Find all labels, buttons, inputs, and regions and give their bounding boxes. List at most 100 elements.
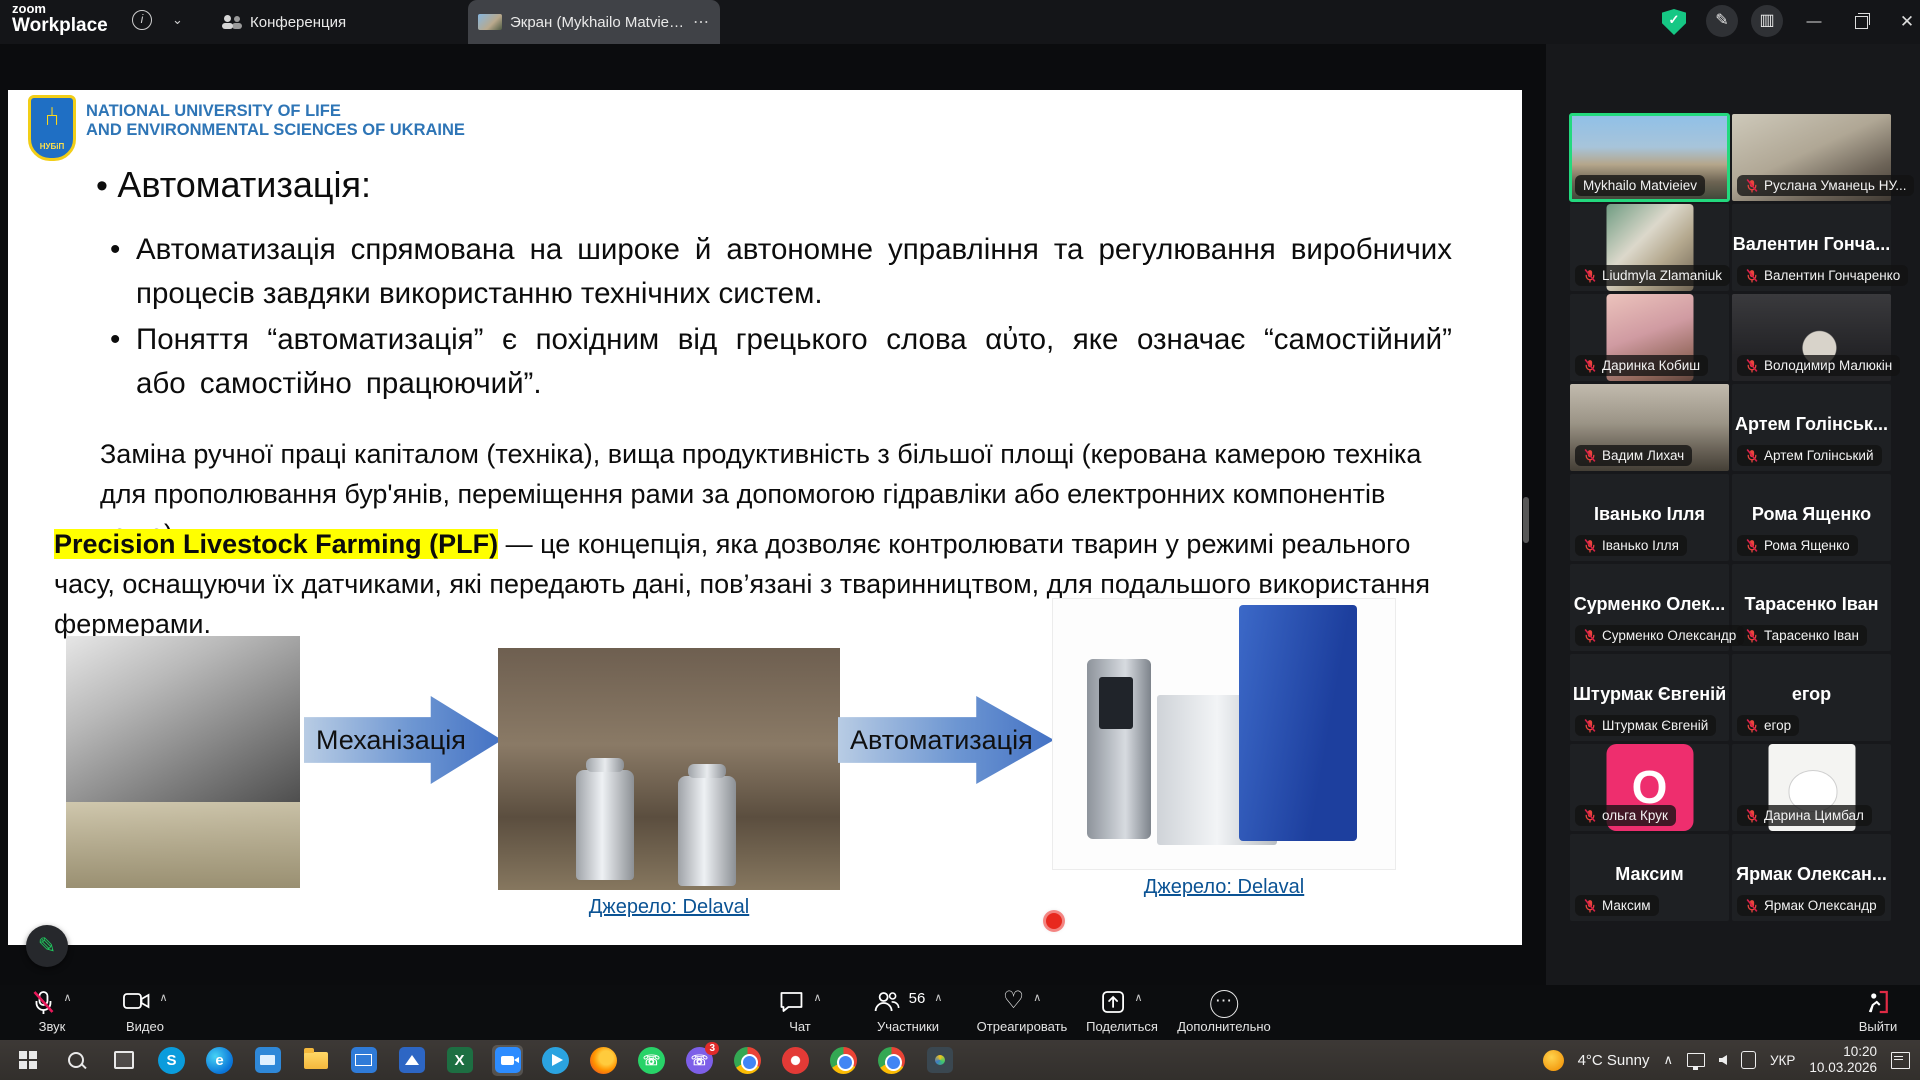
chat-button[interactable]: ∧ Чат bbox=[778, 990, 821, 1034]
plf-highlight: Precision Livestock Farming (PLF) bbox=[54, 529, 498, 559]
participant-tile[interactable]: Артем Голінськ...Артем Голінський bbox=[1732, 384, 1891, 471]
screen-share-thumbnail bbox=[478, 14, 502, 30]
volume-icon[interactable] bbox=[1719, 1055, 1727, 1065]
device-icon[interactable] bbox=[1741, 1051, 1756, 1069]
task-view-icon[interactable] bbox=[110, 1047, 137, 1074]
security-shield-icon[interactable]: ✓ bbox=[1662, 9, 1686, 35]
tab-screen-share[interactable]: Экран (Mykhailo Matvieiev) ⋯ bbox=[468, 0, 720, 44]
share-options-chevron[interactable]: ∧ bbox=[1134, 991, 1142, 1004]
participant-tile[interactable]: Mykhailo Matvieiev bbox=[1570, 114, 1729, 201]
video-options-chevron[interactable]: ∧ bbox=[159, 991, 167, 1004]
skype-icon[interactable]: S bbox=[158, 1047, 185, 1074]
scrollbar-thumb[interactable] bbox=[1523, 497, 1529, 543]
tray-overflow-chevron[interactable]: ∧ bbox=[1663, 1052, 1673, 1068]
participant-tile[interactable]: Сурменко Олек...Сурменко Олександр bbox=[1570, 564, 1729, 651]
chrome-icon-3[interactable] bbox=[878, 1047, 905, 1074]
participant-tile[interactable]: Ярмак Олексан...Ярмак Олександр bbox=[1732, 834, 1891, 921]
leave-button[interactable]: Выйти bbox=[1859, 990, 1898, 1034]
tab-screen-label: Экран (Mykhailo Matvieiev) bbox=[510, 14, 685, 31]
participant-tile[interactable]: Oольга Крук bbox=[1570, 744, 1729, 831]
minimize-button[interactable]: — bbox=[1799, 8, 1829, 36]
this-pc-icon[interactable] bbox=[254, 1047, 281, 1074]
participants-button[interactable]: 56 ∧ Участники bbox=[874, 990, 943, 1034]
participant-tile[interactable]: Дарина Цимбал bbox=[1732, 744, 1891, 831]
participant-tile[interactable]: МаксимМаксим bbox=[1570, 834, 1729, 921]
participant-name-label: Ярмак Олександр bbox=[1737, 895, 1885, 916]
info-icon[interactable]: i bbox=[132, 10, 152, 30]
participant-tile[interactable]: Liudmyla Zlamaniuk bbox=[1570, 204, 1729, 291]
audio-options-chevron[interactable]: ∧ bbox=[63, 991, 71, 1004]
taskbar-icons: Se X ☏ ☏3 bbox=[14, 1047, 953, 1074]
firefox-icon[interactable] bbox=[590, 1047, 617, 1074]
participant-tile[interactable]: егорегор bbox=[1732, 654, 1891, 741]
chrome-icon-2[interactable] bbox=[830, 1047, 857, 1074]
participant-display-name: Штурмак Євгеній bbox=[1570, 684, 1729, 705]
more-button[interactable]: ⋯ Дополнительно bbox=[1177, 990, 1271, 1034]
weather-text[interactable]: 4°C Sunny bbox=[1578, 1052, 1650, 1069]
slide-bullet-2: Поняття “автоматизація” є похідним від г… bbox=[136, 318, 1452, 406]
tab-conference[interactable]: Конференция bbox=[222, 0, 346, 44]
participant-display-name: Тарасенко Іван bbox=[1732, 594, 1891, 615]
notification-badge: 3 bbox=[705, 1042, 719, 1055]
mic-muted-icon bbox=[1745, 629, 1759, 643]
whatsapp-icon[interactable]: ☏ bbox=[638, 1047, 665, 1074]
participants-options-chevron[interactable]: ∧ bbox=[934, 991, 942, 1004]
telegram-icon[interactable] bbox=[542, 1047, 569, 1074]
network-icon[interactable] bbox=[1687, 1053, 1705, 1067]
meeting-control-bar: ∧ Звук ∧ Видео ∧ Чат bbox=[0, 985, 1920, 1040]
file-explorer-icon[interactable] bbox=[302, 1047, 329, 1074]
zoom-app-icon[interactable] bbox=[494, 1047, 521, 1074]
close-button[interactable]: ✕ bbox=[1892, 8, 1920, 36]
red-app-icon[interactable] bbox=[782, 1047, 809, 1074]
maximize-button[interactable] bbox=[1846, 8, 1876, 36]
participant-name-label: ольга Крук bbox=[1575, 805, 1676, 826]
participant-tile[interactable]: Штурмак ЄвгенійШтурмак Євгеній bbox=[1570, 654, 1729, 741]
participants-count: 56 bbox=[909, 990, 926, 1007]
annotate-pencil-icon[interactable]: ✎ bbox=[1706, 5, 1738, 37]
annotation-tool-button[interactable]: ✎ bbox=[26, 925, 68, 967]
search-icon[interactable] bbox=[62, 1047, 89, 1074]
participant-tile[interactable]: Іванько ІлляІванько Ілля bbox=[1570, 474, 1729, 561]
participant-tile[interactable]: Валентин Гонча...Валентин Гончаренко bbox=[1732, 204, 1891, 291]
video-button[interactable]: ∧ Видео bbox=[122, 990, 167, 1034]
language-indicator[interactable]: УКР bbox=[1770, 1053, 1795, 1068]
participant-tile[interactable]: Рома ЯщенкоРома Ященко bbox=[1732, 474, 1891, 561]
participant-name-label: Артем Голінський bbox=[1737, 445, 1882, 466]
arrow-mechanization: Механізація bbox=[304, 696, 502, 784]
arrow2-label: Автоматизація bbox=[838, 725, 1033, 756]
chrome-icon[interactable] bbox=[734, 1047, 761, 1074]
participant-tile[interactable]: Даринка Кобиш bbox=[1570, 294, 1729, 381]
tray-date: 10.03.2026 bbox=[1809, 1060, 1877, 1076]
participant-display-name: Сурменко Олек... bbox=[1570, 594, 1729, 615]
chat-bubble-icon bbox=[778, 990, 804, 1014]
clock[interactable]: 10:20 10.03.2026 bbox=[1809, 1044, 1877, 1076]
edge-icon[interactable]: e bbox=[206, 1047, 233, 1074]
audio-button[interactable]: ∧ Звук bbox=[32, 990, 71, 1034]
layout-view-icon[interactable]: ▥ bbox=[1751, 5, 1783, 37]
mic-muted-icon bbox=[1583, 629, 1597, 643]
photos-icon[interactable] bbox=[398, 1047, 425, 1074]
university-logo: ⑃ НУБіП bbox=[28, 95, 76, 161]
participant-tile[interactable]: Руслана Уманець НУ... bbox=[1732, 114, 1891, 201]
participant-name-label: Тарасенко Іван bbox=[1737, 625, 1867, 646]
react-button[interactable]: ♡ ∧ Отреагировать bbox=[977, 990, 1068, 1034]
participant-tile[interactable]: Вадим Лихач bbox=[1570, 384, 1729, 471]
action-center-icon[interactable] bbox=[1891, 1052, 1910, 1069]
source-link-2[interactable]: Джерело: Delaval bbox=[1052, 876, 1396, 899]
excel-icon[interactable]: X bbox=[446, 1047, 473, 1074]
dark-app-icon[interactable] bbox=[926, 1047, 953, 1074]
source-link-1[interactable]: Джерело: Delaval bbox=[498, 896, 840, 919]
chat-options-chevron[interactable]: ∧ bbox=[813, 991, 821, 1004]
start-button[interactable] bbox=[14, 1047, 41, 1074]
tab-more-icon[interactable]: ⋯ bbox=[693, 12, 710, 32]
chevron-down-icon[interactable]: ⌄ bbox=[172, 12, 183, 28]
participant-tile[interactable]: Володимир Малюкін bbox=[1732, 294, 1891, 381]
mail-icon[interactable] bbox=[350, 1047, 377, 1074]
share-button[interactable]: ∧ Поделиться bbox=[1086, 990, 1158, 1034]
react-options-chevron[interactable]: ∧ bbox=[1033, 991, 1041, 1004]
more-label: Дополнительно bbox=[1177, 1019, 1271, 1034]
mic-muted-icon bbox=[1745, 359, 1759, 373]
participant-tile[interactable]: Тарасенко Іван Тарасенко Іван bbox=[1732, 564, 1891, 651]
viber-icon[interactable]: ☏3 bbox=[686, 1047, 713, 1074]
participant-name-label: Даринка Кобиш bbox=[1575, 355, 1708, 376]
